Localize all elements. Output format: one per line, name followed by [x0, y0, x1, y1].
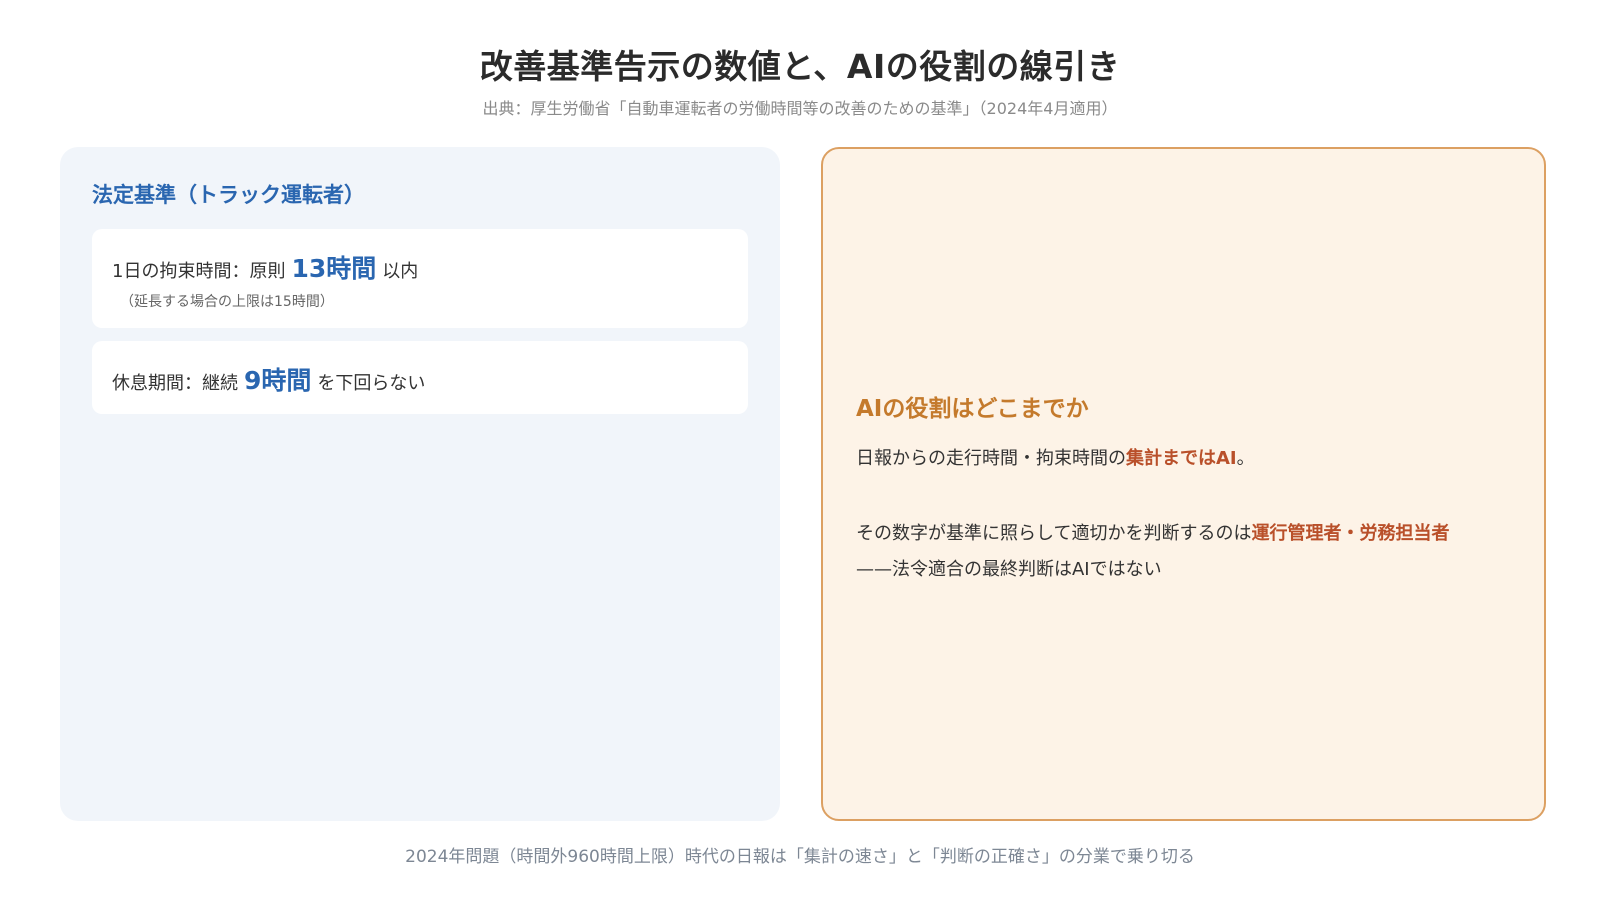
- ai-role-line-3: ——法令適合の最終判断はAIではない: [856, 559, 1162, 580]
- legal-standard-heading: 法定基準（トラック運転者）: [92, 183, 365, 207]
- rest-period-suffix: を下回らない: [317, 373, 426, 394]
- ai-role-heading: AIの役割はどこまでか: [856, 396, 1089, 422]
- rest-period-line: 休息期間：継続 9時間 を下回らない: [112, 361, 425, 397]
- rest-period-label: 休息期間：継続: [112, 373, 238, 394]
- source-citation: 出典：厚生労働省「自動車運転者の労働時間等の改善のための基準」（2024年4月適…: [482, 99, 1118, 118]
- ai-role-line-2-text: その数字が基準に照らして適切かを判断するのは: [856, 523, 1252, 544]
- slide: 改善基準告示の数値と、AIの役割の線引き 出典：厚生労働省「自動車運転者の労働時…: [0, 0, 1600, 900]
- page-title: 改善基準告示の数値と、AIの役割の線引き: [479, 47, 1121, 86]
- ai-role-line-1-text: 日報からの走行時間・拘束時間の: [856, 448, 1126, 469]
- rest-period-value: 9時間: [244, 366, 312, 395]
- legal-standard-panel: 法定基準（トラック運転者） 1日の拘束時間：原則 13時間 以内 （延長する場合の上…: [60, 147, 780, 821]
- ai-role-line-2-highlight: 運行管理者・労務担当者: [1251, 523, 1450, 544]
- footer-note: 2024年問題（時間外960時間上限）時代の日報は「集計の速さ」と「判断の正確さ…: [405, 847, 1195, 867]
- ai-role-panel: AIの役割はどこまでか 日報からの走行時間・拘束時間の集計まではAI。 その数字…: [821, 147, 1546, 821]
- ai-role-line-2: その数字が基準に照らして適切かを判断するのは運行管理者・労務担当者: [856, 519, 1449, 545]
- ai-role-line-1: 日報からの走行時間・拘束時間の集計まではAI。: [856, 444, 1255, 470]
- binding-time-suffix: 以内: [382, 261, 419, 282]
- binding-time-note: （延長する場合の上限は15時間）: [120, 294, 334, 310]
- binding-time-line: 1日の拘束時間：原則 13時間 以内: [112, 249, 418, 285]
- binding-time-card: 1日の拘束時間：原則 13時間 以内 （延長する場合の上限は15時間）: [92, 229, 748, 328]
- ai-role-line-1-end: 。: [1236, 448, 1255, 469]
- binding-time-label: 1日の拘束時間：原則: [112, 261, 286, 282]
- rest-period-card: 休息期間：継続 9時間 を下回らない: [92, 341, 748, 414]
- ai-role-line-1-highlight: 集計まではAI: [1126, 448, 1237, 469]
- binding-time-value: 13時間: [291, 254, 377, 283]
